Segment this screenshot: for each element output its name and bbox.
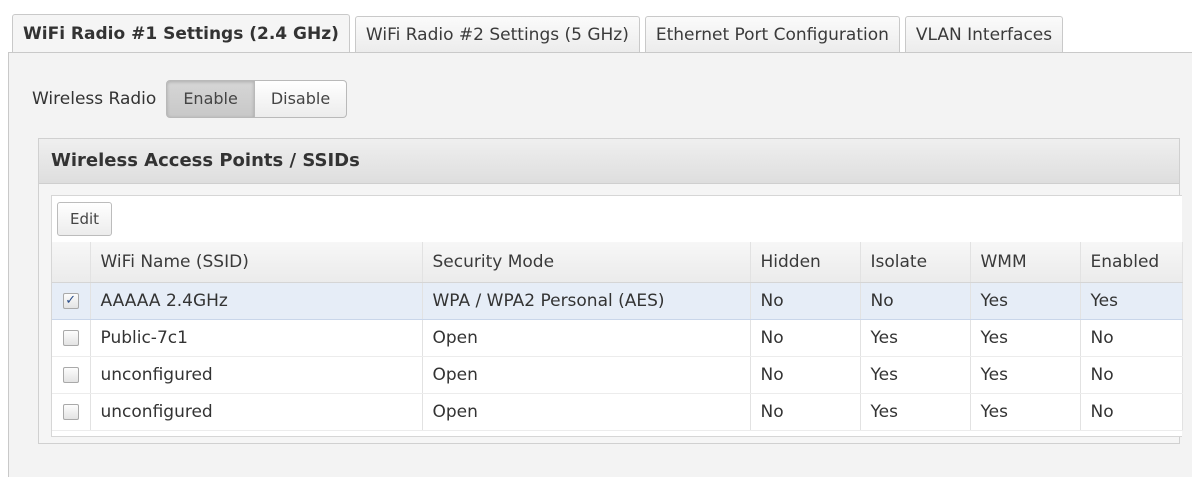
ssid-cell: Public-7c1 xyxy=(90,319,423,357)
wireless-radio-control: Wireless Radio Enable Disable xyxy=(32,80,348,118)
column-header-hidden[interactable]: Hidden xyxy=(750,242,861,283)
wmm-cell: Yes xyxy=(970,319,1081,357)
section-title: Wireless Access Points / SSIDs xyxy=(39,139,1179,184)
wireless-radio-toggle: Enable Disable xyxy=(166,80,348,118)
security-mode-cell: Open xyxy=(422,393,751,431)
row-select-cell xyxy=(52,356,91,394)
hidden-cell: No xyxy=(750,356,861,394)
row-checkbox[interactable] xyxy=(62,367,79,383)
tab-bar: WiFi Radio #1 Settings (2.4 GHz) WiFi Ra… xyxy=(12,14,1068,52)
ssid-cell: AAAAA 2.4GHz xyxy=(90,282,423,320)
hidden-cell: No xyxy=(750,319,861,357)
wireless-radio-label: Wireless Radio xyxy=(32,89,157,109)
wmm-cell: Yes xyxy=(970,356,1081,394)
row-checkbox[interactable] xyxy=(62,330,79,346)
row-select-cell xyxy=(52,393,91,431)
isolate-cell: Yes xyxy=(860,319,971,357)
hidden-cell: No xyxy=(750,393,861,431)
tab-wifi-radio-2[interactable]: WiFi Radio #2 Settings (5 GHz) xyxy=(354,16,640,52)
ssid-table: WiFi Name (SSID) Security Mode Hidden Is… xyxy=(52,242,1183,431)
ssid-cell: unconfigured xyxy=(90,356,423,394)
table-row[interactable]: Public-7c1 Open No Yes Yes No xyxy=(52,319,1183,357)
security-mode-cell: Open xyxy=(422,356,751,394)
ssid-cell: unconfigured xyxy=(90,393,423,431)
enabled-cell: No xyxy=(1080,319,1183,357)
ssid-list-panel: Edit WiFi Name (SSID) Security Mode Hidd… xyxy=(51,195,1183,437)
ssid-section: Wireless Access Points / SSIDs Edit WiFi… xyxy=(38,138,1183,444)
disable-button[interactable]: Disable xyxy=(254,80,348,118)
security-mode-cell: Open xyxy=(422,319,751,357)
column-header-ssid[interactable]: WiFi Name (SSID) xyxy=(90,242,423,283)
enabled-cell: Yes xyxy=(1080,282,1183,320)
enabled-cell: No xyxy=(1080,356,1183,394)
checkmark-icon: ✓ xyxy=(65,293,77,308)
row-select-cell: ✓ xyxy=(52,282,91,320)
isolate-cell: Yes xyxy=(860,393,971,431)
column-header-select xyxy=(52,242,91,283)
tab-vlan-interfaces[interactable]: VLAN Interfaces xyxy=(904,16,1064,52)
table-header-row: WiFi Name (SSID) Security Mode Hidden Is… xyxy=(52,242,1183,283)
enable-button[interactable]: Enable xyxy=(166,80,255,118)
enabled-cell: No xyxy=(1080,393,1183,431)
row-checkbox[interactable]: ✓ xyxy=(62,293,79,309)
row-select-cell xyxy=(52,319,91,357)
column-header-enabled[interactable]: Enabled xyxy=(1080,242,1183,283)
tab-wifi-radio-1[interactable]: WiFi Radio #1 Settings (2.4 GHz) xyxy=(12,14,350,52)
column-header-security-mode[interactable]: Security Mode xyxy=(422,242,751,283)
edit-button[interactable]: Edit xyxy=(57,202,113,236)
security-mode-cell: WPA / WPA2 Personal (AES) xyxy=(422,282,751,320)
wmm-cell: Yes xyxy=(970,282,1081,320)
isolate-cell: No xyxy=(860,282,971,320)
isolate-cell: Yes xyxy=(860,356,971,394)
column-header-wmm[interactable]: WMM xyxy=(970,242,1081,283)
row-checkbox[interactable] xyxy=(62,404,79,420)
table-row[interactable]: unconfigured Open No Yes Yes No xyxy=(52,393,1183,431)
table-row[interactable]: ✓ AAAAA 2.4GHz WPA / WPA2 Personal (AES) No… xyxy=(52,282,1183,320)
column-header-isolate[interactable]: Isolate xyxy=(860,242,971,283)
hidden-cell: No xyxy=(750,282,861,320)
table-row[interactable]: unconfigured Open No Yes Yes No xyxy=(52,356,1183,394)
tab-ethernet-port-configuration[interactable]: Ethernet Port Configuration xyxy=(644,16,900,52)
wmm-cell: Yes xyxy=(970,393,1081,431)
